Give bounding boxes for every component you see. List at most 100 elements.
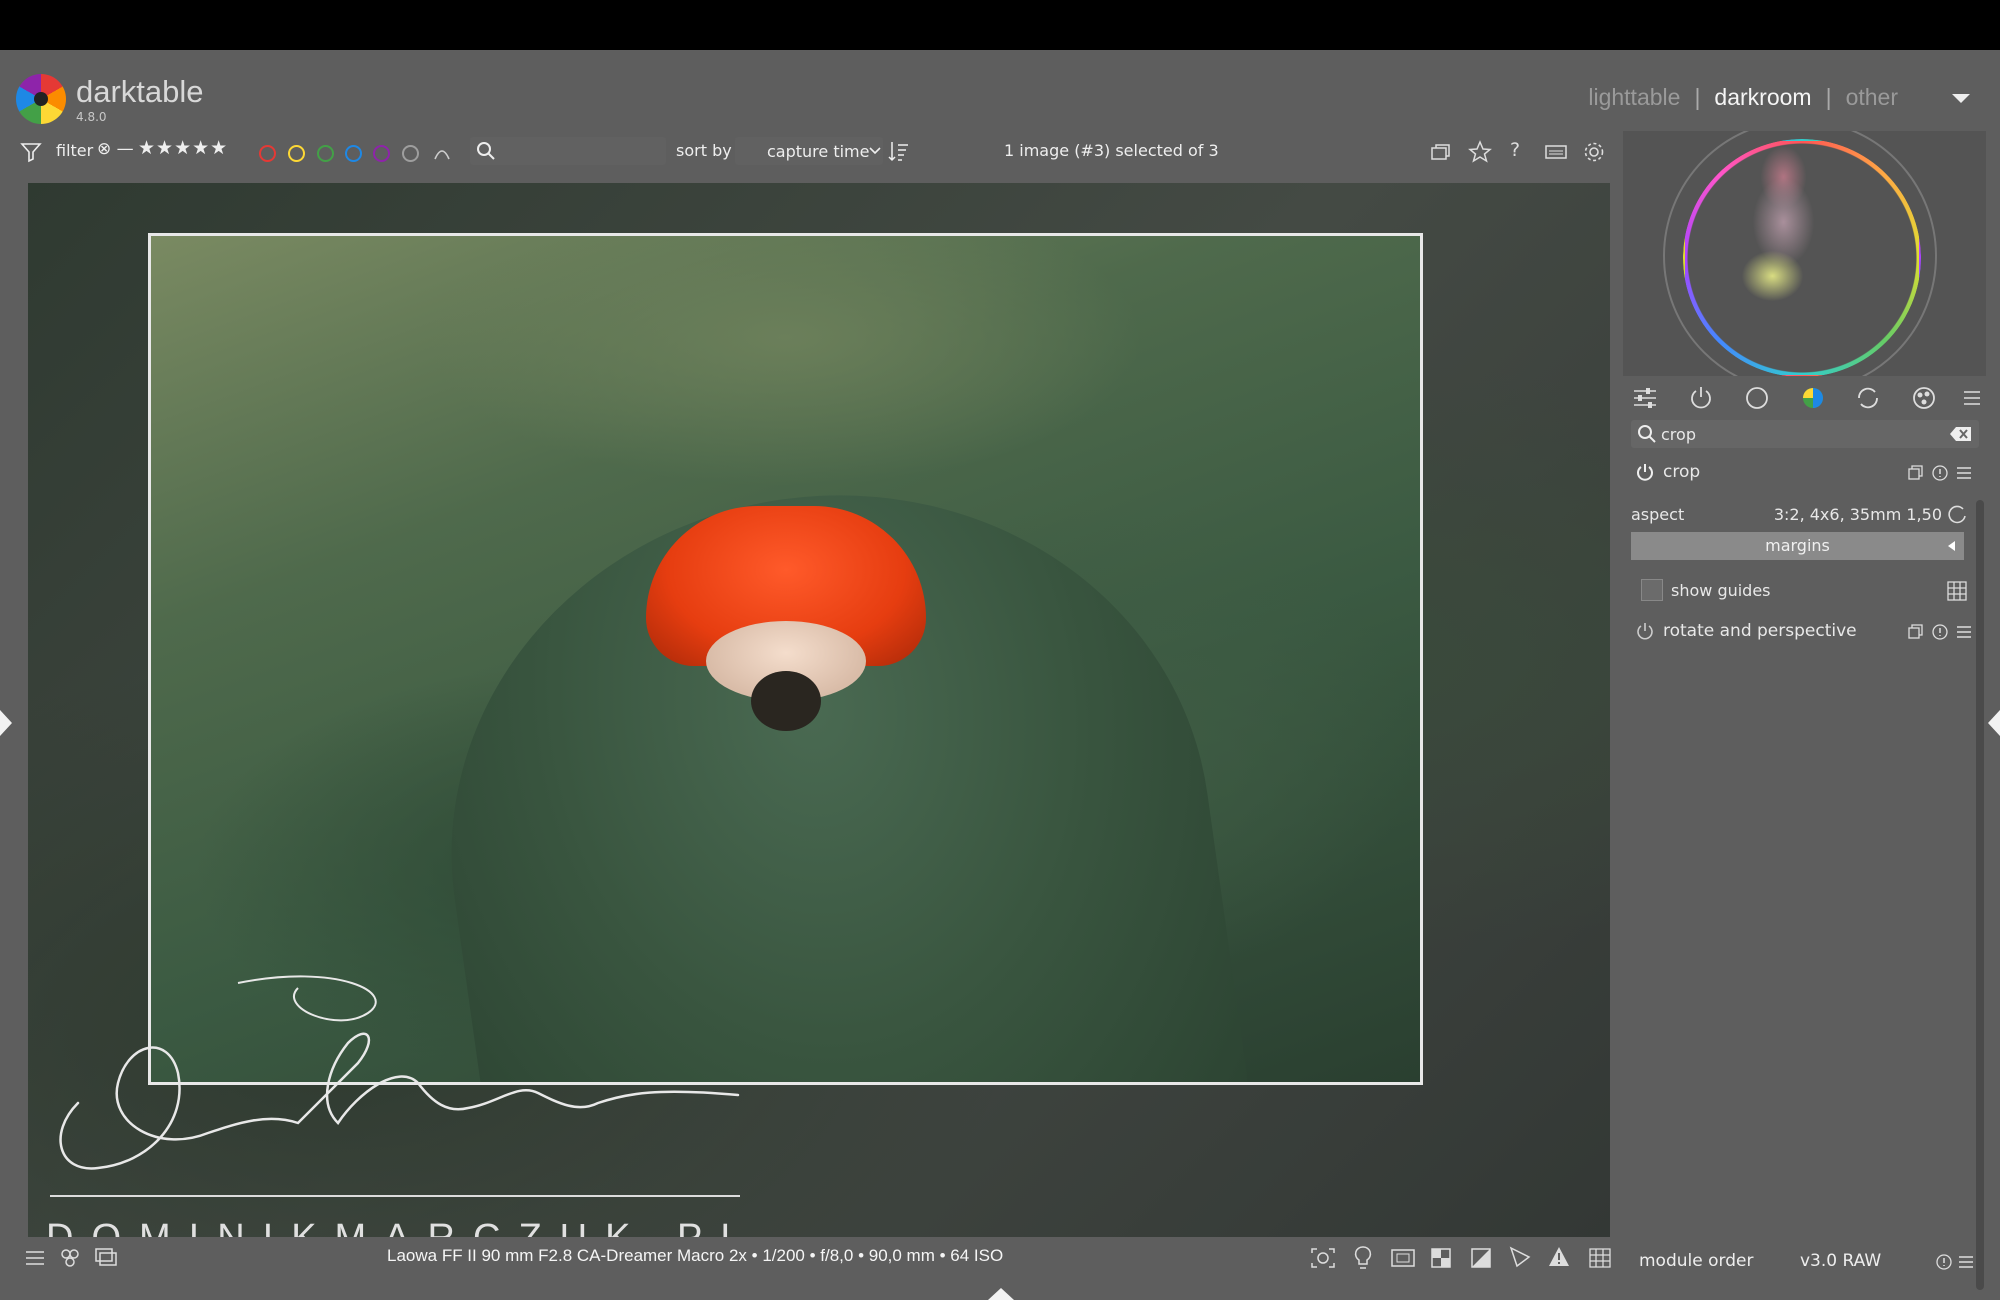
- color-label-green[interactable]: [317, 145, 334, 162]
- sort-label: sort by: [676, 141, 732, 160]
- text-search-field[interactable]: [470, 137, 666, 165]
- module-group-tabs: [1623, 379, 1986, 419]
- sort-dropdown[interactable]: capture time: [735, 137, 883, 165]
- sort-order-icon[interactable]: [888, 140, 910, 162]
- aspect-row[interactable]: aspect 3:2, 4x6, 35mm 1,50: [1631, 501, 1976, 529]
- darktable-window: darktable 4.8.0 lighttable | darkroom | othe…: [0, 50, 2000, 1300]
- watermark-text: DOMINIKMARCZUK.PL: [46, 1217, 759, 1237]
- search-icon: [1638, 425, 1656, 443]
- module-search-input[interactable]: crop: [1661, 425, 1696, 444]
- presets-icon[interactable]: [1955, 623, 1973, 641]
- view-darkroom[interactable]: darkroom: [1714, 84, 1811, 110]
- search-icon: [477, 142, 495, 160]
- selection-status: 1 image (#3) selected of 3: [1004, 141, 1219, 160]
- bulb-icon[interactable]: [1352, 1245, 1374, 1271]
- rotate-module-header[interactable]: rotate and perspective: [1631, 615, 1976, 649]
- right-panel-scrollbar[interactable]: [1976, 500, 1984, 1290]
- module-power-icon[interactable]: [1635, 621, 1655, 641]
- base-group-icon[interactable]: [1744, 385, 1770, 411]
- gamut-check-icon[interactable]: [1508, 1245, 1532, 1269]
- aspect-value[interactable]: 3:2, 4x6, 35mm 1,50: [1774, 505, 1942, 524]
- clipping-icon[interactable]: [1430, 1247, 1454, 1269]
- rating-reject-icon[interactable]: ⊗ —: [97, 139, 134, 159]
- correct-group-icon[interactable]: [1855, 385, 1881, 411]
- aspect-rotate-icon[interactable]: [1946, 504, 1968, 526]
- multi-instance-icon[interactable]: [1907, 623, 1925, 641]
- color-label-yellow[interactable]: [288, 145, 305, 162]
- filter-label: filter: [56, 141, 94, 160]
- watermark-line: [50, 1195, 740, 1197]
- color-operator-icon[interactable]: [432, 143, 452, 161]
- margins-section[interactable]: margins: [1631, 532, 1964, 560]
- help-icon[interactable]: ?: [1510, 139, 1520, 161]
- star-icon[interactable]: [1468, 140, 1492, 164]
- reset-icon[interactable]: [1931, 623, 1949, 641]
- view-lighttable[interactable]: lighttable: [1588, 84, 1680, 110]
- quick-access-icon[interactable]: [1632, 385, 1658, 411]
- reset-icon[interactable]: [1931, 464, 1949, 482]
- filter-icon[interactable]: [20, 141, 42, 163]
- exif-info: Laowa FF II 90 mm F2.8 CA-Dreamer Macro …: [387, 1246, 1004, 1265]
- margins-label: margins: [1765, 536, 1830, 555]
- right-panel: crop crop aspect 3:2, 4x6, 35mm 1,50 mar…: [1623, 131, 1986, 1291]
- rotate-module-title: rotate and perspective: [1663, 621, 1857, 641]
- power-icon[interactable]: [1688, 385, 1714, 411]
- menu-icon[interactable]: [24, 1247, 46, 1269]
- crop-module-header[interactable]: crop: [1631, 456, 1976, 490]
- view-separator: |: [1825, 84, 1832, 110]
- grouping-icon[interactable]: [1430, 142, 1452, 162]
- collapse-right-panel-arrow[interactable]: [1988, 710, 2000, 736]
- sort-value: capture time: [767, 142, 870, 161]
- effect-group-icon[interactable]: [1911, 385, 1937, 411]
- module-order-label: module order: [1639, 1251, 1754, 1271]
- view-switcher: lighttable | darkroom | other: [1576, 84, 1910, 111]
- crop-module-title: crop: [1663, 462, 1701, 482]
- guides-grid-icon[interactable]: [1946, 580, 1968, 602]
- top-border: [0, 0, 2000, 50]
- aspect-label: aspect: [1631, 505, 1685, 524]
- view-separator: |: [1694, 84, 1701, 110]
- raw-overexposed-icon[interactable]: [1390, 1247, 1416, 1269]
- darktable-logo-icon: [16, 74, 66, 124]
- clear-search-icon[interactable]: [1949, 425, 1973, 443]
- styles-icon[interactable]: [58, 1247, 82, 1269]
- color-group-icon[interactable]: [1800, 385, 1826, 411]
- show-guides-label: show guides: [1671, 581, 1771, 600]
- chevron-down-icon: [869, 147, 881, 155]
- presets-icon[interactable]: [1955, 464, 1973, 482]
- show-guides-row[interactable]: show guides: [1631, 575, 1976, 605]
- view-dropdown-icon[interactable]: [1952, 94, 1970, 103]
- module-order-bar: module order v3.0 RAW: [1623, 1243, 1986, 1283]
- collapse-left-panel-arrow[interactable]: [0, 710, 12, 736]
- multi-instance-icon[interactable]: [1907, 464, 1925, 482]
- view-other[interactable]: other: [1846, 84, 1898, 110]
- image-canvas[interactable]: DOMINIKMARCZUK.PL: [28, 183, 1610, 1237]
- guides-icon[interactable]: [1588, 1247, 1612, 1269]
- bottom-bar: Laowa FF II 90 mm F2.8 CA-Dreamer Macro …: [0, 1235, 1620, 1300]
- filter-bar: filter ⊗ — ★★★★★ sort by capture time 1 …: [0, 133, 1620, 169]
- info-icon[interactable]: [1935, 1253, 1953, 1271]
- vectorscope-distribution: [1723, 141, 1833, 321]
- color-label-gray[interactable]: [402, 145, 419, 162]
- second-window-icon[interactable]: [94, 1247, 118, 1269]
- module-order-value[interactable]: v3.0 RAW: [1800, 1251, 1881, 1271]
- presets-icon[interactable]: [1957, 1253, 1975, 1271]
- show-guides-checkbox[interactable]: [1641, 579, 1663, 601]
- module-power-icon[interactable]: [1635, 462, 1655, 482]
- crop-area[interactable]: [148, 233, 1423, 1085]
- color-label-purple[interactable]: [373, 145, 390, 162]
- focus-peaking-icon[interactable]: [1310, 1247, 1336, 1269]
- signature-watermark: [59, 975, 740, 1170]
- collapse-bottom-panel-arrow[interactable]: [988, 1288, 1014, 1300]
- gear-icon[interactable]: [1582, 140, 1606, 164]
- collapse-left-icon: [1948, 541, 1955, 551]
- color-label-blue[interactable]: [345, 145, 362, 162]
- vectorscope: [1623, 131, 1986, 376]
- color-label-red[interactable]: [259, 145, 276, 162]
- module-search-field[interactable]: crop: [1631, 420, 1979, 448]
- warning-icon[interactable]: [1547, 1245, 1571, 1269]
- rating-stars[interactable]: ★★★★★: [138, 137, 228, 159]
- softproof-icon[interactable]: [1470, 1247, 1494, 1269]
- presets-menu-icon[interactable]: [1961, 385, 1983, 411]
- keyboard-icon[interactable]: [1544, 143, 1568, 161]
